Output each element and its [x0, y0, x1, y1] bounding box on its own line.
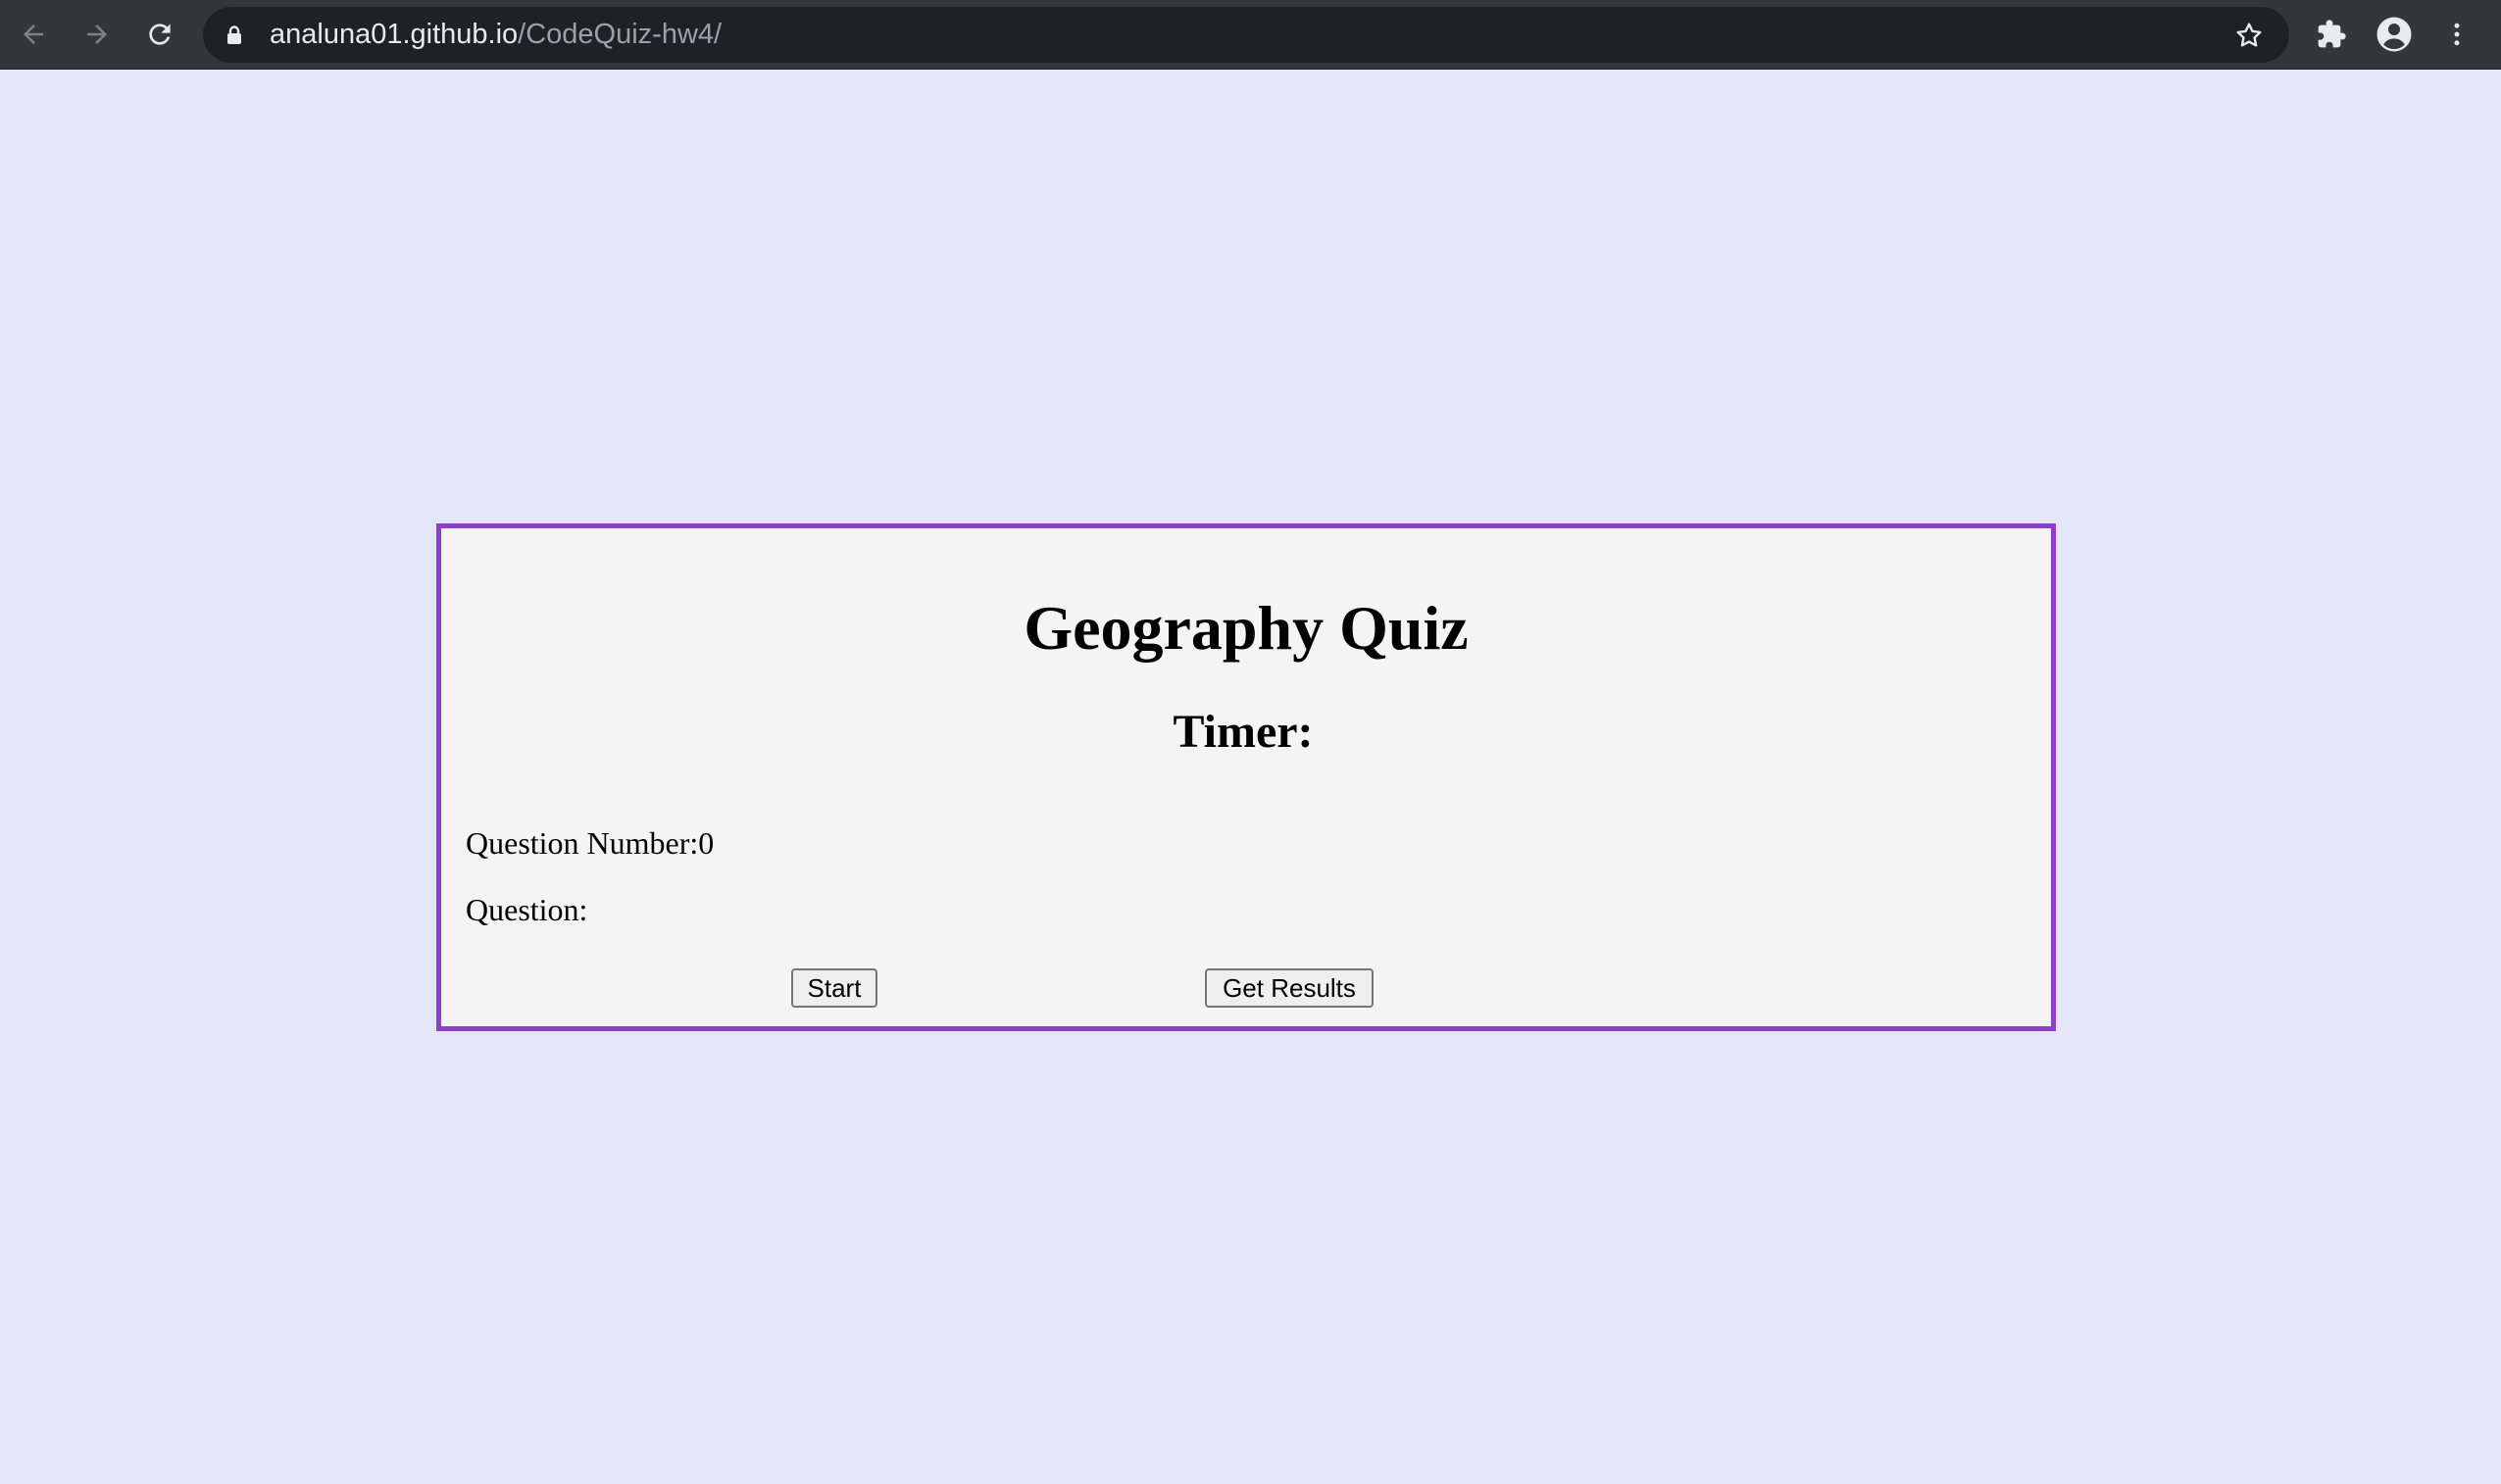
- start-button[interactable]: Start: [791, 968, 877, 1008]
- profile-button[interactable]: [2372, 12, 2417, 57]
- reload-icon: [149, 24, 171, 45]
- quiz-container: Geography Quiz Timer: Question Number:0 …: [436, 523, 2056, 1031]
- question-number: Question Number:0: [466, 827, 714, 859]
- question: Question:: [466, 894, 587, 925]
- back-arrow-icon: [24, 25, 43, 44]
- reload-button[interactable]: [137, 12, 182, 57]
- quiz-title: Geography Quiz: [1024, 593, 1469, 663]
- timer: Timer:: [441, 709, 2051, 756]
- star-icon: [2236, 23, 2262, 47]
- get-results-button[interactable]: Get Results: [1205, 968, 1374, 1008]
- bookmark-button[interactable]: [2226, 13, 2272, 58]
- extensions-icon: [2318, 20, 2346, 48]
- question-number-value: 0: [698, 825, 715, 861]
- extensions-button[interactable]: [2309, 12, 2354, 57]
- address-bar[interactable]: analuna01.github.io/CodeQuiz-hw4/: [203, 7, 2289, 63]
- profile-icon: [2376, 17, 2412, 52]
- url-path: /CodeQuiz-hw4/: [518, 19, 723, 50]
- url-text: analuna01.github.io/CodeQuiz-hw4/: [270, 7, 722, 63]
- question-label: Question:: [466, 892, 588, 927]
- browser-toolbar: analuna01.github.io/CodeQuiz-hw4/: [0, 0, 2501, 70]
- forward-arrow-icon: [87, 25, 107, 44]
- lock-icon: [227, 25, 241, 44]
- back-button[interactable]: [11, 12, 56, 57]
- url-host: analuna01.github.io: [270, 19, 519, 50]
- timer-label: Timer:: [1173, 706, 1314, 758]
- question-number-label: Question Number:: [466, 825, 699, 861]
- browser-menu-button[interactable]: [2434, 12, 2479, 57]
- menu-icon: [2454, 23, 2460, 46]
- forward-button[interactable]: [75, 12, 120, 57]
